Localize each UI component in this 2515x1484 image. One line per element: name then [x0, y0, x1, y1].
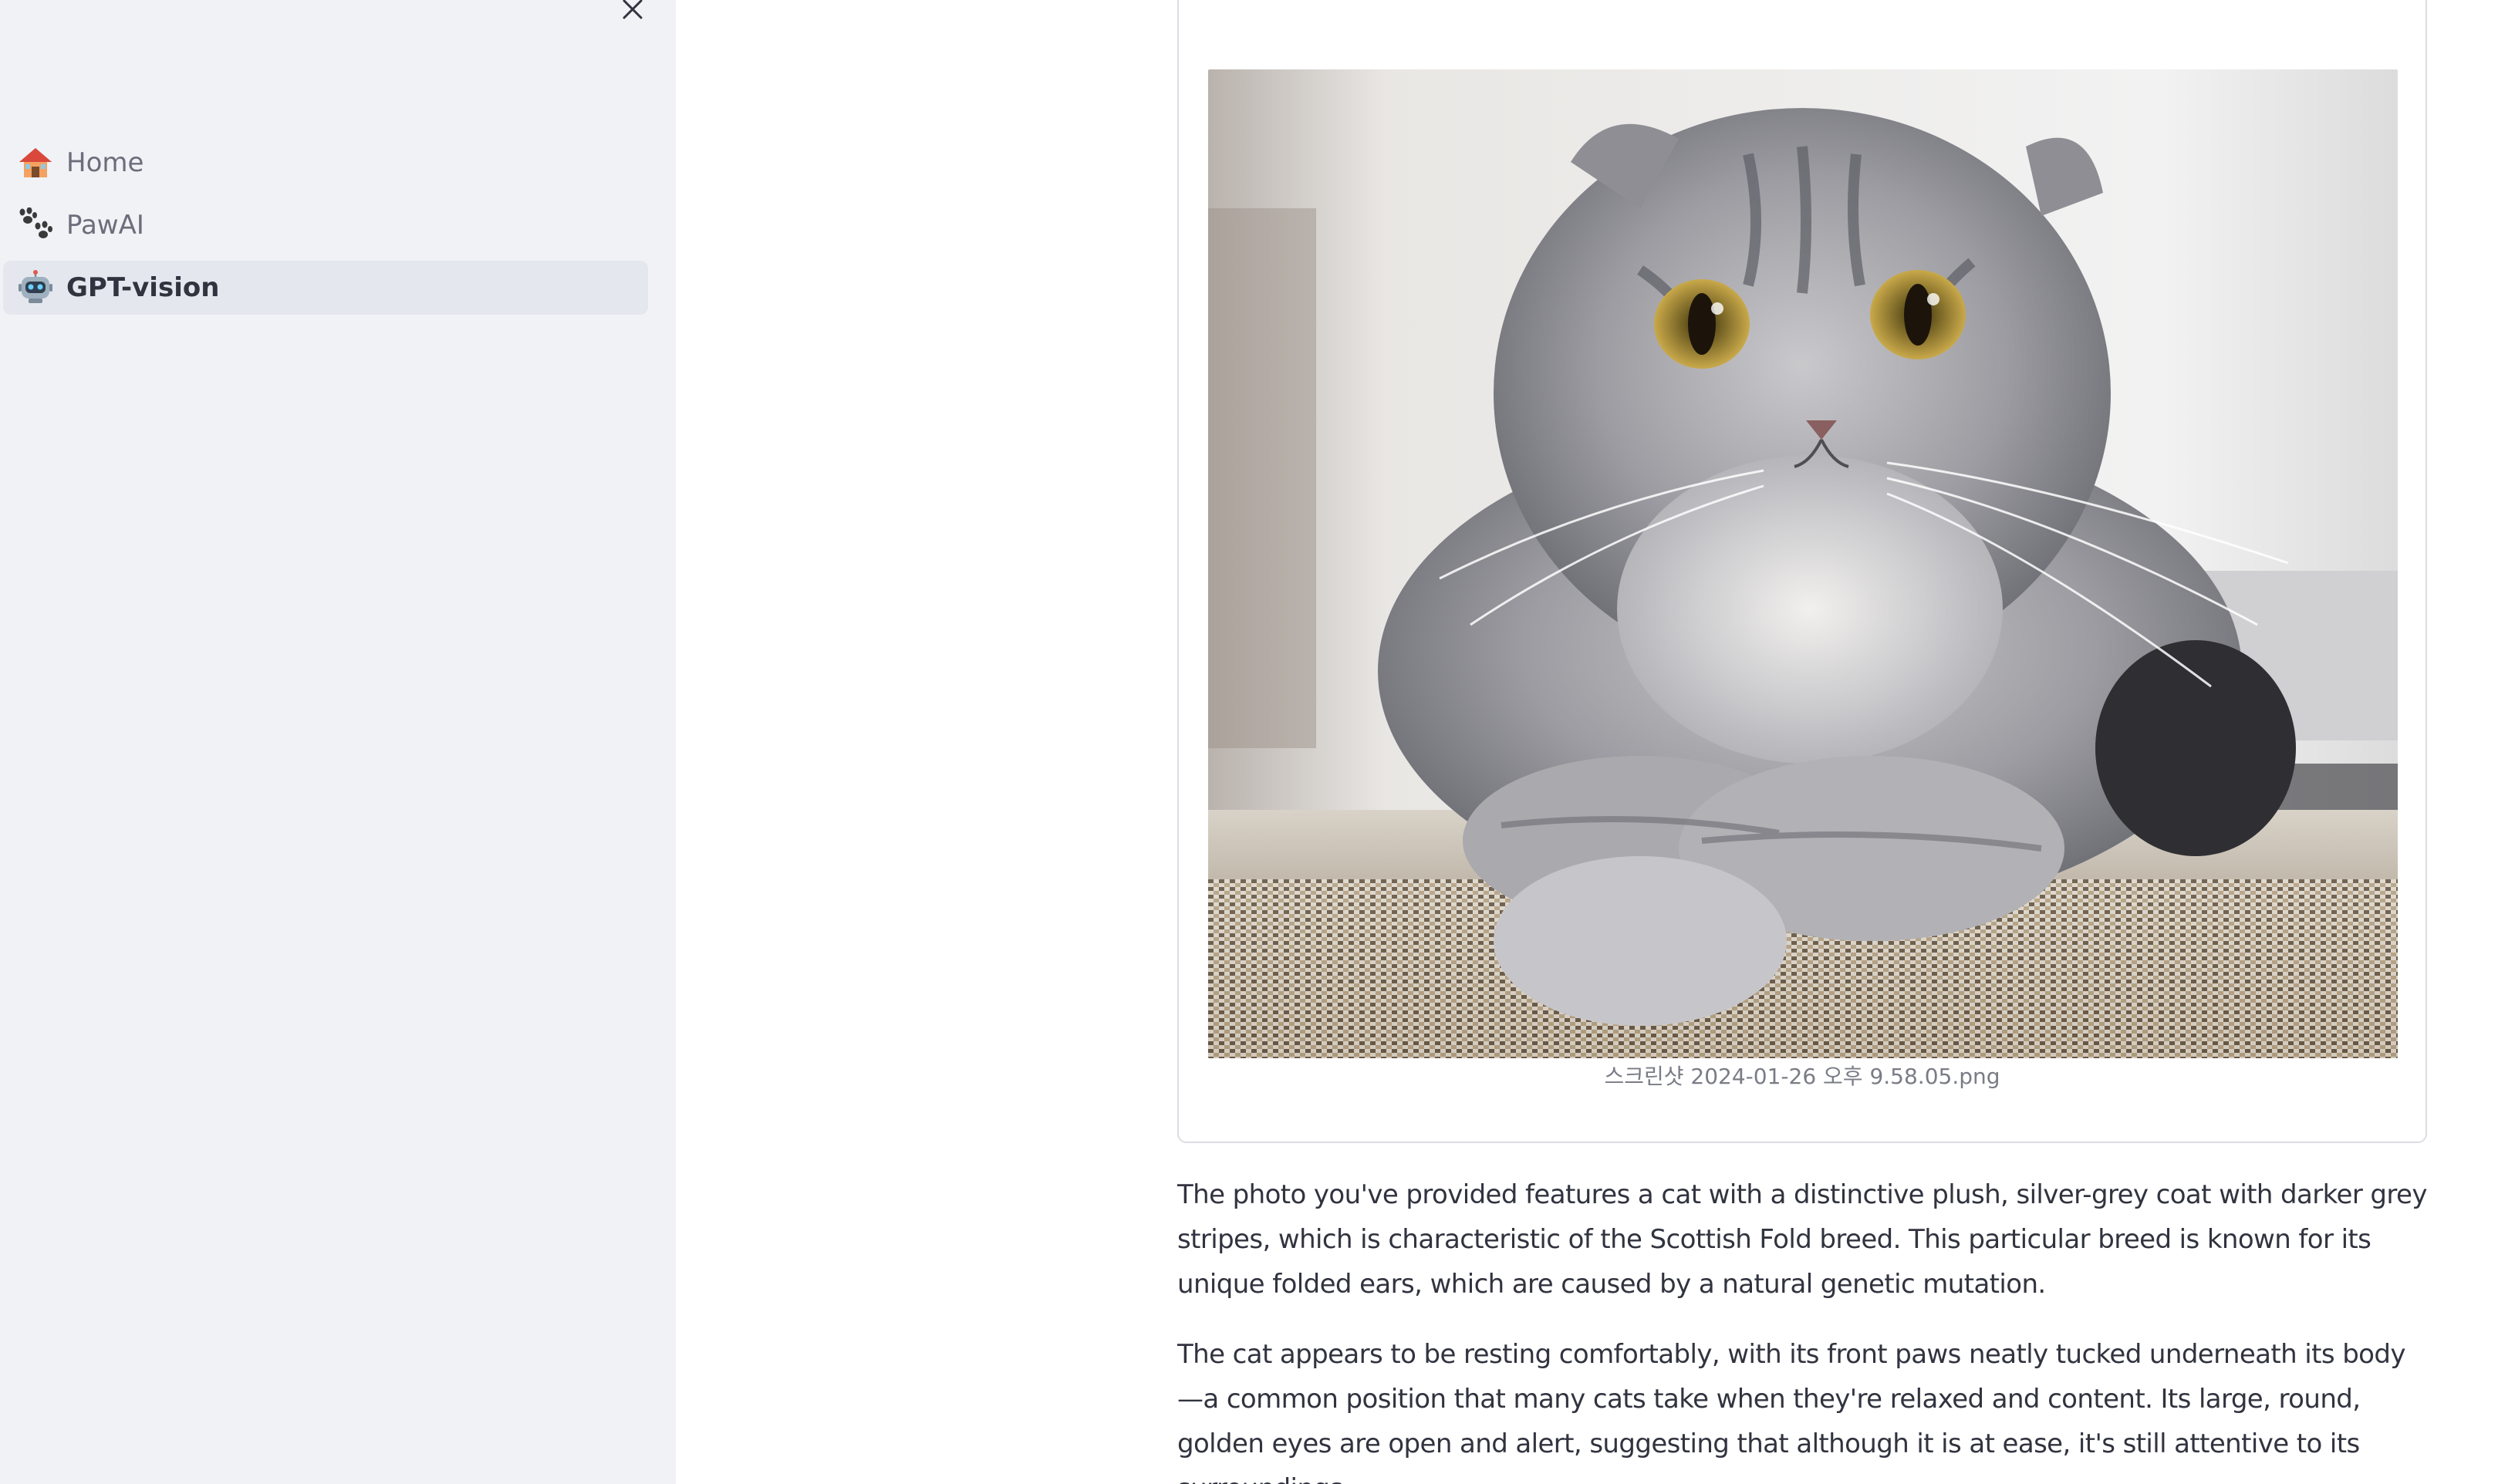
- sidebar-nav: Home PawAI GPT-vision: [3, 136, 648, 323]
- sidebar-item-pawai[interactable]: PawAI: [3, 198, 648, 252]
- robot-emoji-icon: [17, 269, 54, 306]
- sidebar-item-label: PawAI: [66, 210, 144, 241]
- uploaded-image-card: 스크린샷 2024-01-26 오후 9.58.05.png: [1177, 0, 2427, 1143]
- response-paragraph: The photo you've provided features a cat…: [1177, 1179, 2427, 1300]
- house-emoji-icon: [17, 144, 54, 181]
- sidebar-item-home[interactable]: Home: [3, 136, 648, 190]
- response-paragraph: The cat appears to be resting comfortabl…: [1177, 1339, 2405, 1484]
- close-icon: [623, 0, 643, 19]
- main-content: 스크린샷 2024-01-26 오후 9.58.05.png The photo…: [676, 0, 2515, 1484]
- sidebar-item-label: Home: [66, 147, 144, 178]
- sidebar: Home PawAI GPT-vision: [0, 0, 676, 1484]
- uploaded-cat-photo: [1208, 69, 2398, 1058]
- sidebar-item-gpt-vision[interactable]: GPT-vision: [3, 261, 648, 315]
- sidebar-item-label: GPT-vision: [66, 272, 220, 303]
- image-caption: 스크린샷 2024-01-26 오후 9.58.05.png: [1604, 1064, 2000, 1089]
- close-sidebar-button[interactable]: [614, 0, 651, 25]
- app-window: Home PawAI GPT-vision 스크린샷 2024-01-26 오후…: [0, 0, 2515, 1484]
- paw-prints-emoji-icon: [17, 207, 54, 244]
